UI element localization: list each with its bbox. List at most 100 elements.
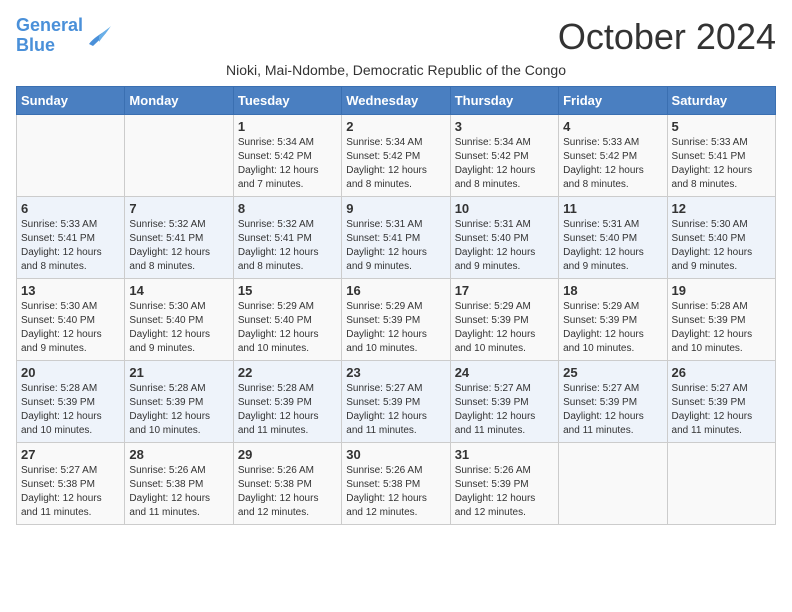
calendar-cell: 4 Sunrise: 5:33 AM Sunset: 5:42 PM Daylig… [559, 115, 667, 197]
day-info: Sunrise: 5:27 AM Sunset: 5:39 PM Dayligh… [455, 382, 554, 438]
logo-bird-icon [85, 24, 113, 48]
calendar-cell: 6 Sunrise: 5:33 AM Sunset: 5:41 PM Daylig… [17, 197, 125, 279]
day-info: Sunrise: 5:32 AM Sunset: 5:41 PM Dayligh… [238, 218, 337, 274]
day-number: 29 [238, 447, 337, 462]
page-header: General Blue October 2024 [16, 16, 776, 58]
calendar-cell: 19Sunrise: 5:28 AM Sunset: 5:39 PM Dayli… [667, 279, 775, 361]
day-info: Sunrise: 5:31 AM Sunset: 5:40 PM Dayligh… [563, 218, 662, 274]
header-row: Sunday Monday Tuesday Wednesday Thursday… [17, 87, 776, 115]
day-number: 14 [129, 283, 228, 298]
day-info: Sunrise: 5:30 AM Sunset: 5:40 PM Dayligh… [21, 300, 120, 356]
calendar-cell: 25Sunrise: 5:27 AM Sunset: 5:39 PM Dayli… [559, 361, 667, 443]
calendar-cell: 22 Sunrise: 5:28 AM Sunset: 5:39 PM Dayli… [233, 361, 341, 443]
day-info: Sunrise: 5:31 AM Sunset: 5:41 PM Dayligh… [346, 218, 445, 274]
calendar-cell: 2 Sunrise: 5:34 AM Sunset: 5:42 PM Daylig… [342, 115, 450, 197]
calendar-body: 1Sunrise: 5:34 AM Sunset: 5:42 PM Daylig… [17, 115, 776, 525]
header-wednesday: Wednesday [342, 87, 450, 115]
day-number: 9 [346, 201, 445, 216]
calendar-cell: 27 Sunrise: 5:27 AM Sunset: 5:38 PM Dayli… [17, 443, 125, 525]
day-number: 3 [455, 119, 554, 134]
day-number: 15 [238, 283, 337, 298]
calendar-cell: 9 Sunrise: 5:31 AM Sunset: 5:41 PM Daylig… [342, 197, 450, 279]
day-info: Sunrise: 5:26 AM Sunset: 5:39 PM Dayligh… [455, 464, 554, 520]
header-saturday: Saturday [667, 87, 775, 115]
day-info: Sunrise: 5:34 AM Sunset: 5:42 PM Dayligh… [346, 136, 445, 192]
calendar-cell: 10 Sunrise: 5:31 AM Sunset: 5:40 PM Dayli… [450, 197, 558, 279]
calendar-cell: 28Sunrise: 5:26 AM Sunset: 5:38 PM Dayli… [125, 443, 233, 525]
day-number: 30 [346, 447, 445, 462]
calendar-cell: 23 Sunrise: 5:27 AM Sunset: 5:39 PM Dayli… [342, 361, 450, 443]
day-number: 7 [129, 201, 228, 216]
header-sunday: Sunday [17, 87, 125, 115]
day-info: Sunrise: 5:27 AM Sunset: 5:39 PM Dayligh… [563, 382, 662, 438]
day-number: 5 [672, 119, 771, 134]
day-info: Sunrise: 5:32 AM Sunset: 5:41 PM Dayligh… [129, 218, 228, 274]
day-info: Sunrise: 5:28 AM Sunset: 5:39 PM Dayligh… [129, 382, 228, 438]
day-number: 10 [455, 201, 554, 216]
calendar-cell [667, 443, 775, 525]
day-info: Sunrise: 5:26 AM Sunset: 5:38 PM Dayligh… [346, 464, 445, 520]
calendar-cell: 3 Sunrise: 5:34 AM Sunset: 5:42 PM Daylig… [450, 115, 558, 197]
day-info: Sunrise: 5:26 AM Sunset: 5:38 PM Dayligh… [238, 464, 337, 520]
day-number: 20 [21, 365, 120, 380]
calendar-cell: 21 Sunrise: 5:28 AM Sunset: 5:39 PM Dayli… [125, 361, 233, 443]
calendar-table: Sunday Monday Tuesday Wednesday Thursday… [16, 86, 776, 525]
day-number: 18 [563, 283, 662, 298]
logo: General Blue [16, 16, 113, 56]
day-info: Sunrise: 5:29 AM Sunset: 5:39 PM Dayligh… [346, 300, 445, 356]
logo-blue: Blue [16, 35, 55, 55]
calendar-cell: 29 Sunrise: 5:26 AM Sunset: 5:38 PM Dayli… [233, 443, 341, 525]
calendar-cell: 12Sunrise: 5:30 AM Sunset: 5:40 PM Dayli… [667, 197, 775, 279]
header-friday: Friday [559, 87, 667, 115]
day-number: 12 [672, 201, 771, 216]
header-monday: Monday [125, 87, 233, 115]
calendar-cell: 24Sunrise: 5:27 AM Sunset: 5:39 PM Dayli… [450, 361, 558, 443]
calendar-cell: 31 Sunrise: 5:26 AM Sunset: 5:39 PM Dayli… [450, 443, 558, 525]
day-info: Sunrise: 5:29 AM Sunset: 5:40 PM Dayligh… [238, 300, 337, 356]
day-info: Sunrise: 5:29 AM Sunset: 5:39 PM Dayligh… [563, 300, 662, 356]
calendar-cell: 30 Sunrise: 5:26 AM Sunset: 5:38 PM Dayli… [342, 443, 450, 525]
day-number: 23 [346, 365, 445, 380]
calendar-cell [17, 115, 125, 197]
day-info: Sunrise: 5:34 AM Sunset: 5:42 PM Dayligh… [455, 136, 554, 192]
calendar-cell: 18 Sunrise: 5:29 AM Sunset: 5:39 PM Dayli… [559, 279, 667, 361]
title-section: October 2024 [558, 16, 776, 58]
day-number: 31 [455, 447, 554, 462]
day-number: 27 [21, 447, 120, 462]
calendar-week-2: 6 Sunrise: 5:33 AM Sunset: 5:41 PM Daylig… [17, 197, 776, 279]
calendar-cell: 13 Sunrise: 5:30 AM Sunset: 5:40 PM Dayli… [17, 279, 125, 361]
calendar-cell: 20 Sunrise: 5:28 AM Sunset: 5:39 PM Dayli… [17, 361, 125, 443]
subtitle: Nioki, Mai-Ndombe, Democratic Republic o… [16, 62, 776, 78]
day-number: 19 [672, 283, 771, 298]
day-info: Sunrise: 5:27 AM Sunset: 5:39 PM Dayligh… [346, 382, 445, 438]
day-number: 8 [238, 201, 337, 216]
day-info: Sunrise: 5:26 AM Sunset: 5:38 PM Dayligh… [129, 464, 228, 520]
day-number: 16 [346, 283, 445, 298]
calendar-cell: 1Sunrise: 5:34 AM Sunset: 5:42 PM Daylig… [233, 115, 341, 197]
day-info: Sunrise: 5:27 AM Sunset: 5:38 PM Dayligh… [21, 464, 120, 520]
day-number: 17 [455, 283, 554, 298]
day-number: 21 [129, 365, 228, 380]
logo-text: General Blue [16, 16, 83, 56]
day-number: 6 [21, 201, 120, 216]
day-info: Sunrise: 5:33 AM Sunset: 5:41 PM Dayligh… [21, 218, 120, 274]
day-number: 22 [238, 365, 337, 380]
day-number: 11 [563, 201, 662, 216]
calendar-cell: 7 Sunrise: 5:32 AM Sunset: 5:41 PM Daylig… [125, 197, 233, 279]
calendar-cell: 11 Sunrise: 5:31 AM Sunset: 5:40 PM Dayli… [559, 197, 667, 279]
day-number: 13 [21, 283, 120, 298]
day-number: 4 [563, 119, 662, 134]
calendar-cell: 16 Sunrise: 5:29 AM Sunset: 5:39 PM Dayli… [342, 279, 450, 361]
calendar-cell: 5 Sunrise: 5:33 AM Sunset: 5:41 PM Daylig… [667, 115, 775, 197]
calendar-week-3: 13 Sunrise: 5:30 AM Sunset: 5:40 PM Dayli… [17, 279, 776, 361]
day-info: Sunrise: 5:31 AM Sunset: 5:40 PM Dayligh… [455, 218, 554, 274]
day-info: Sunrise: 5:28 AM Sunset: 5:39 PM Dayligh… [21, 382, 120, 438]
day-info: Sunrise: 5:33 AM Sunset: 5:41 PM Dayligh… [672, 136, 771, 192]
day-info: Sunrise: 5:33 AM Sunset: 5:42 PM Dayligh… [563, 136, 662, 192]
calendar-week-1: 1Sunrise: 5:34 AM Sunset: 5:42 PM Daylig… [17, 115, 776, 197]
calendar-cell: 8 Sunrise: 5:32 AM Sunset: 5:41 PM Daylig… [233, 197, 341, 279]
day-info: Sunrise: 5:28 AM Sunset: 5:39 PM Dayligh… [238, 382, 337, 438]
calendar-header: Sunday Monday Tuesday Wednesday Thursday… [17, 87, 776, 115]
header-thursday: Thursday [450, 87, 558, 115]
day-number: 2 [346, 119, 445, 134]
